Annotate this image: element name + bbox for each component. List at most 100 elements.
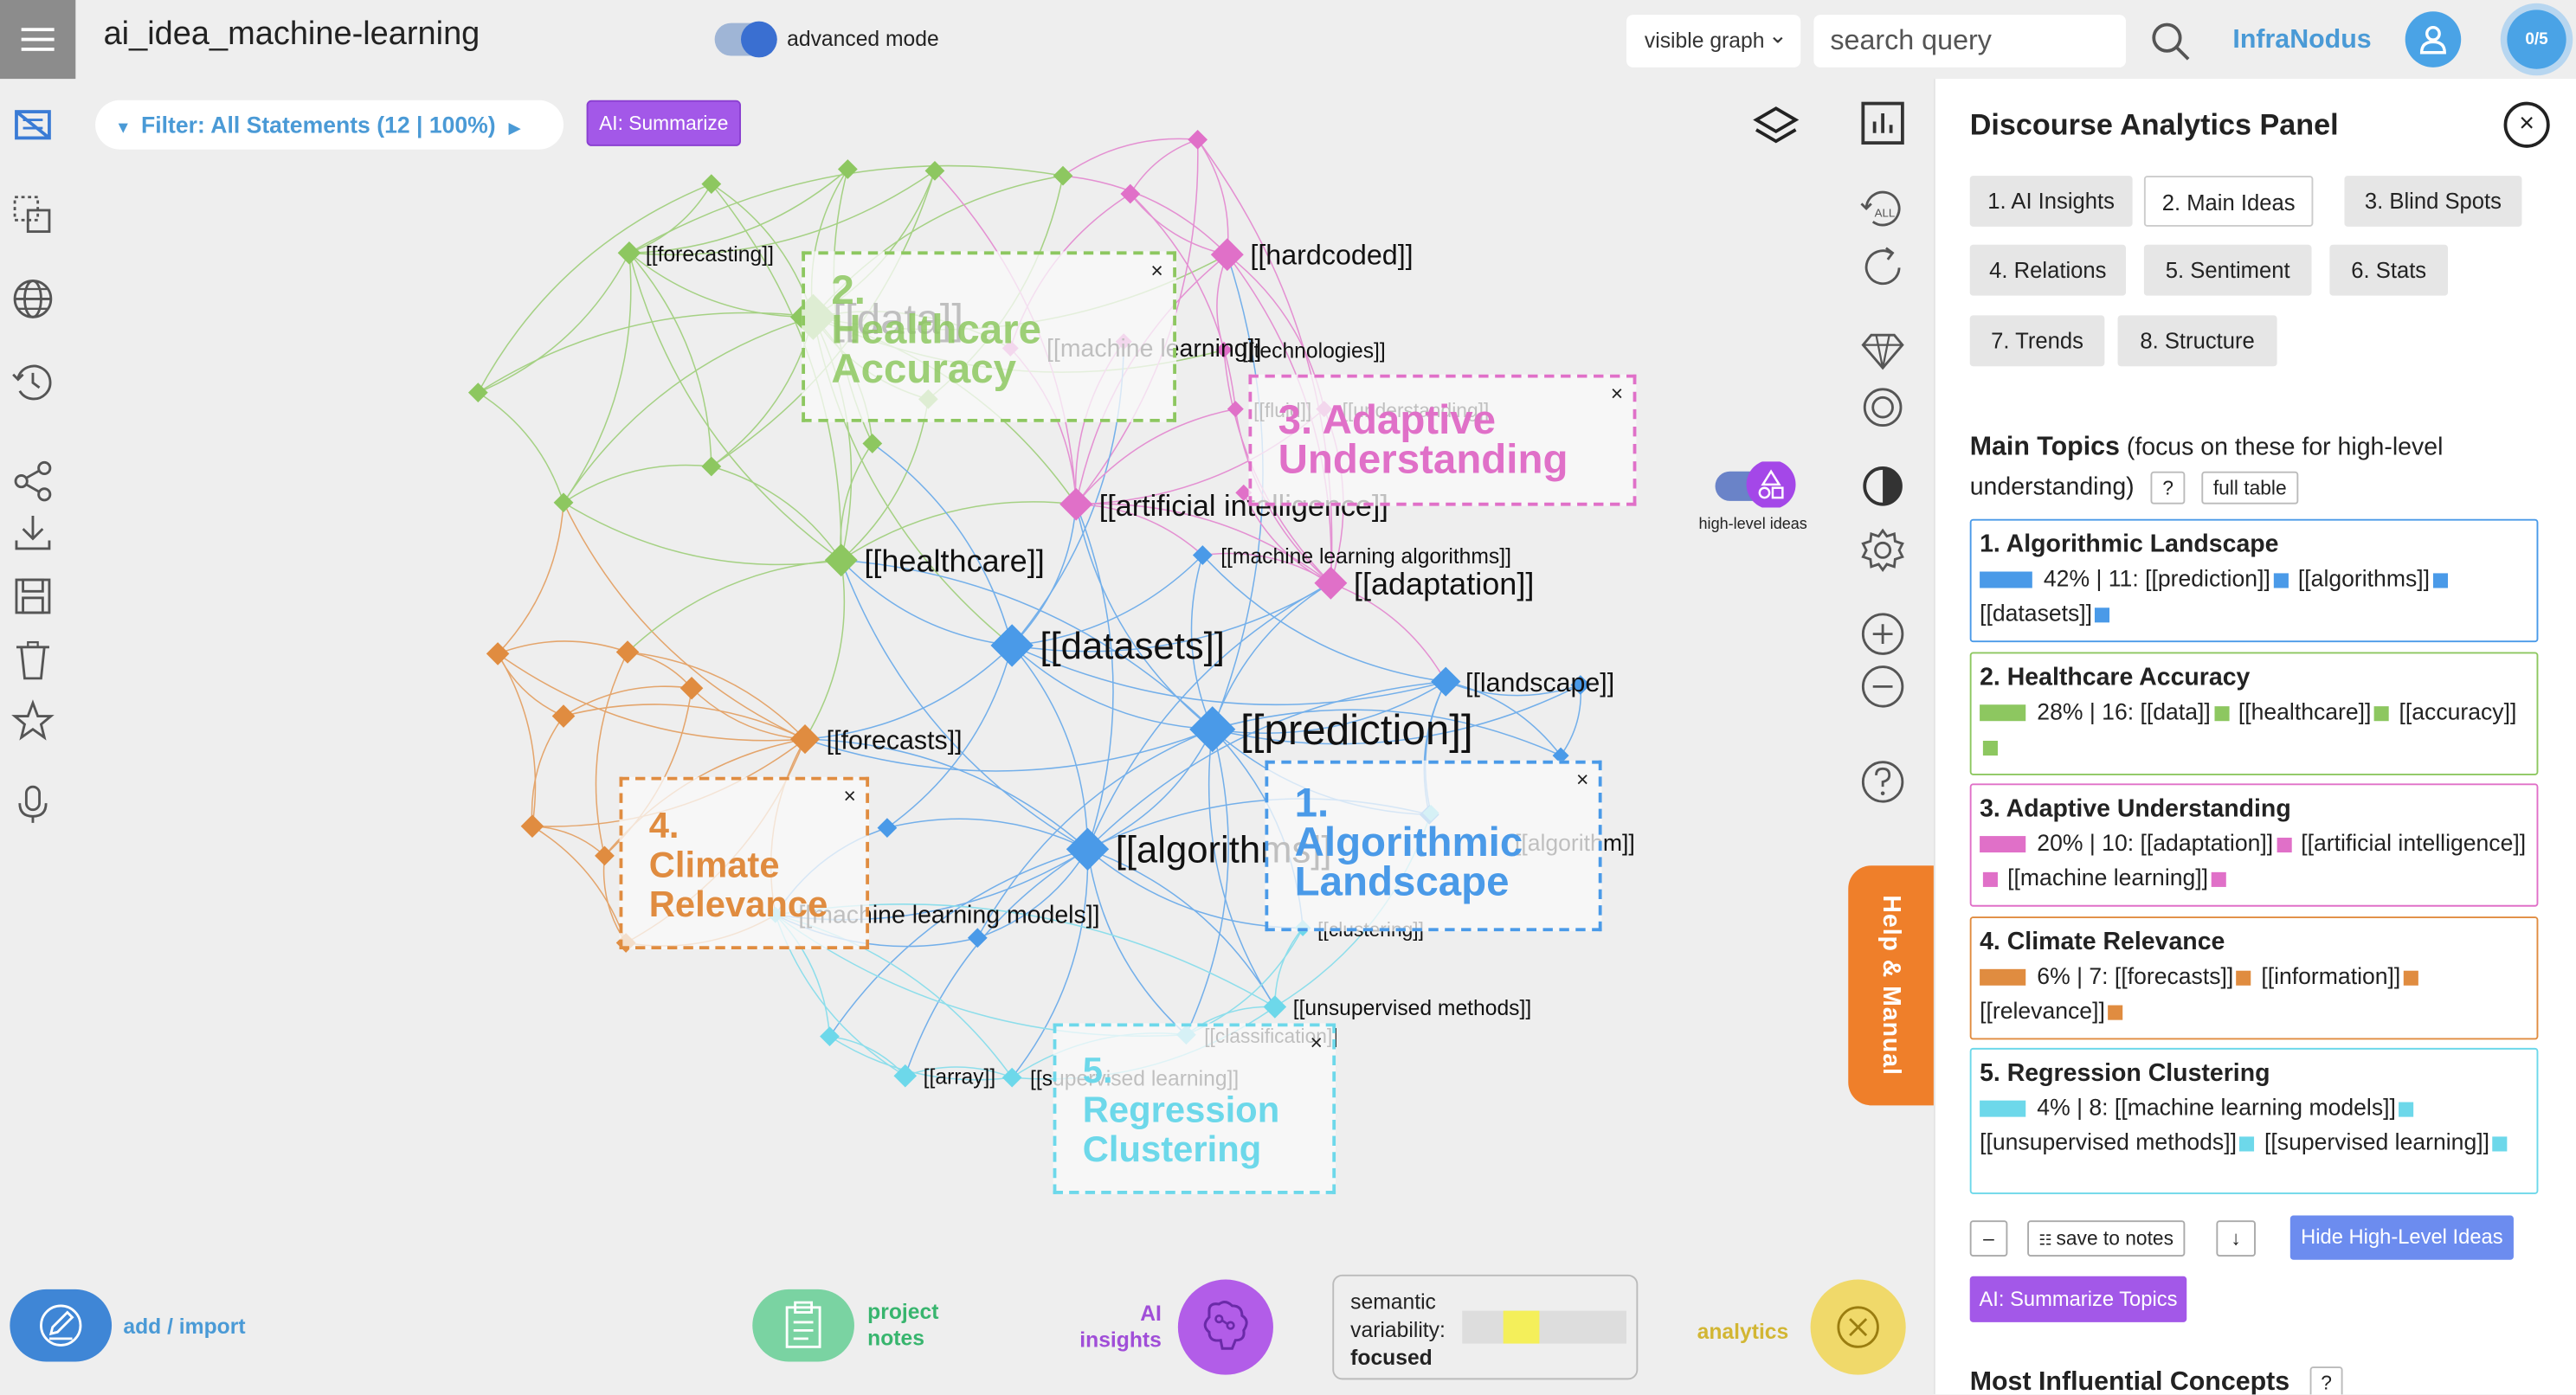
trash-icon[interactable] [10,637,55,683]
node-label[interactable]: [[forecasting]] [646,243,774,267]
close-icon[interactable]: × [2503,101,2550,148]
tab-main-ideas[interactable]: 2. Main Ideas [2143,176,2314,227]
analytics-label[interactable]: analytics [1697,1319,1789,1343]
close-icon[interactable]: × [1310,1030,1322,1054]
graph-view-select[interactable]: visible graph [1626,8,1801,68]
hide-high-level-ideas-button[interactable]: Hide High-Level Ideas [2289,1215,2514,1260]
help-question-icon[interactable] [1858,757,1908,807]
graph-node[interactable] [467,382,488,403]
tab-trends[interactable]: 7. Trends [1969,315,2105,367]
user-button[interactable] [2405,11,2462,68]
topic-box-algorithmic-landscape[interactable]: 1. Algorithmic Landscape × [1265,760,1602,932]
graph-node[interactable] [617,241,641,265]
select-area-icon[interactable] [10,192,55,238]
graph-node[interactable] [1227,401,1244,418]
layers-icon[interactable] [1751,102,1800,151]
graph-title[interactable]: ai_idea_machine-learning [104,16,480,55]
ai-insights-button[interactable] [1177,1279,1273,1375]
topic-card[interactable]: 3. Adaptive Understanding 20% | 10: [[ad… [1969,783,2539,907]
topic-term[interactable]: [[supervised learning]] [2264,1128,2489,1154]
topic-card[interactable]: 5. Regression Clustering 4% | 8: [[machi… [1969,1047,2539,1194]
contrast-icon[interactable] [1858,461,1908,511]
save-to-notes-button[interactable]: ☷ save to notes [2027,1220,2186,1257]
project-notes-label[interactable]: project notes [867,1299,938,1352]
reset-all-icon[interactable]: ALL [1858,185,1908,235]
graph-node[interactable] [551,704,576,728]
graph-node[interactable] [990,624,1034,667]
graph-node[interactable] [1431,666,1461,697]
topic-card[interactable]: 2. Healthcare Accuracy 28% | 16: [[data]… [1969,652,2539,775]
graph-node[interactable] [820,1026,840,1047]
topic-card[interactable]: 1. Algorithmic Landscape 42% | 11: [[pre… [1969,518,2539,643]
analytics-close-button[interactable] [1810,1279,1906,1375]
graph-node[interactable] [701,174,722,194]
topic-term[interactable]: [[unsupervised methods]] [1980,1128,2237,1154]
add-import-button[interactable] [10,1289,113,1362]
star-icon[interactable] [10,698,55,744]
node-label[interactable]: [[datasets]] [1040,625,1224,667]
analytics-chart-icon[interactable] [1858,99,1908,148]
topic-term[interactable]: [[forecasts]] [2115,962,2233,988]
statement-filter[interactable]: ▼ Filter: All Statements (12 | 100%) ▶ [95,100,564,150]
topic-term[interactable]: [[healthcare]] [2238,698,2372,724]
history-icon[interactable] [10,360,55,406]
tab-ai-insights[interactable]: 1. AI Insights [1969,176,2133,227]
topic-box-healthcare-accuracy[interactable]: 2. Healthcare Accuracy × [802,251,1176,422]
topic-term[interactable]: [[adaptation]] [2141,829,2274,855]
topic-term[interactable]: [[accuracy]] [2399,698,2516,724]
search-icon[interactable] [2149,20,2192,62]
menu-button[interactable] [0,0,76,80]
graph-node[interactable] [701,456,722,477]
topic-term[interactable]: [[algorithms]] [2298,565,2430,591]
topic-term[interactable]: [[information]] [2261,962,2400,988]
share-icon[interactable] [10,459,55,505]
topic-term[interactable]: [[data]] [2141,698,2211,724]
save-icon[interactable] [10,573,55,619]
project-notes-button[interactable] [752,1289,854,1362]
node-label[interactable]: [[hardcoded]] [1250,240,1413,271]
microphone-icon[interactable] [10,781,55,827]
zoom-out-icon[interactable] [1858,662,1908,711]
topic-term[interactable]: [[machine learning]] [2007,864,2208,890]
topic-term[interactable]: [[prediction]] [2145,565,2270,591]
close-icon[interactable]: × [1150,258,1162,282]
advanced-mode-toggle[interactable] [714,21,777,58]
statements-icon[interactable] [10,102,55,148]
globe-icon[interactable] [10,276,55,322]
node-label[interactable]: [[technologies]] [1242,340,1386,363]
settings-gear-icon[interactable] [1858,525,1908,575]
topic-box-adaptive-understanding[interactable]: 3. Adaptive Understanding × [1248,374,1637,506]
topic-term[interactable]: [[relevance]] [1980,997,2105,1023]
collapse-button[interactable]: – [1969,1220,2008,1257]
tab-stats[interactable]: 6. Stats [2329,244,2449,296]
close-icon[interactable]: × [843,783,855,807]
node-label[interactable]: [[adaptation]] [1354,566,1534,601]
node-label[interactable]: [[machine learning algorithms]] [1220,545,1511,569]
graph-node[interactable] [553,492,574,513]
graph-node[interactable] [520,814,544,838]
refresh-icon[interactable] [1858,243,1908,292]
graph-node[interactable] [1188,129,1208,150]
ai-summarize-topics-button[interactable]: AI: Summarize Topics [1969,1276,2187,1322]
node-label[interactable]: [[unsupervised methods]] [1293,997,1531,1020]
tab-relations[interactable]: 4. Relations [1969,244,2127,296]
graph-node[interactable] [1263,995,1287,1019]
tab-sentiment[interactable]: 5. Sentiment [2143,244,2312,296]
topic-term[interactable]: [[artificial intelligence]] [2301,829,2526,855]
graph-node[interactable] [1053,165,1073,186]
help-question-button[interactable]: ? [2150,471,2186,505]
tab-blind-spots[interactable]: 3. Blind Spots [2344,176,2522,227]
graph-node[interactable] [1189,706,1236,753]
node-label[interactable]: [[array]] [924,1066,996,1090]
high-level-ideas-toggle[interactable] [1715,461,1801,508]
search-input[interactable] [1813,15,2127,68]
graph-node[interactable] [1059,487,1093,521]
download-icon[interactable] [10,511,55,556]
node-label[interactable]: [[forecasts]] [827,726,963,755]
graph-node[interactable] [862,434,883,453]
zoom-in-icon[interactable] [1858,609,1908,659]
graph-node[interactable] [877,818,898,838]
topic-box-climate-relevance[interactable]: 4. Climate Relevance × [619,776,870,950]
graph-node[interactable] [967,928,988,948]
graph-node[interactable] [1001,1067,1022,1088]
